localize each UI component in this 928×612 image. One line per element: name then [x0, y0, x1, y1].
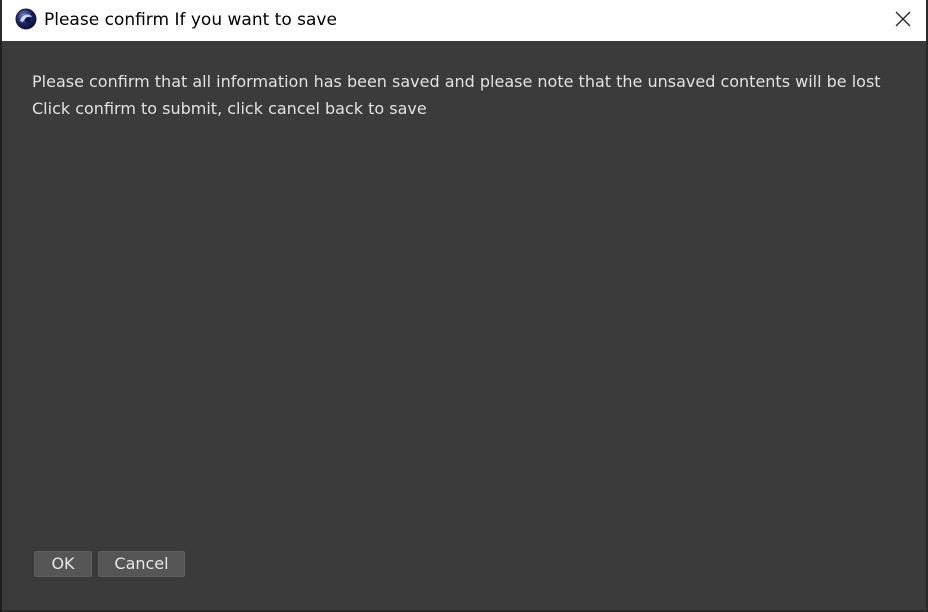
title-bar[interactable]: Please confirm If you want to save — [2, 0, 926, 41]
dialog-message: Please confirm that all information has … — [32, 68, 912, 122]
message-line-2: Click confirm to submit, click cancel ba… — [32, 99, 427, 118]
cinema4d-logo-icon — [15, 8, 37, 30]
window-title: Please confirm If you want to save — [44, 10, 337, 30]
confirm-dialog: Please confirm If you want to save Pleas… — [0, 0, 928, 612]
window-edge — [0, 41, 2, 612]
message-line-1: Please confirm that all information has … — [32, 72, 881, 91]
close-button[interactable] — [880, 0, 926, 41]
ok-button[interactable]: OK — [34, 551, 92, 577]
close-icon — [895, 11, 911, 31]
cancel-button[interactable]: Cancel — [98, 551, 185, 577]
